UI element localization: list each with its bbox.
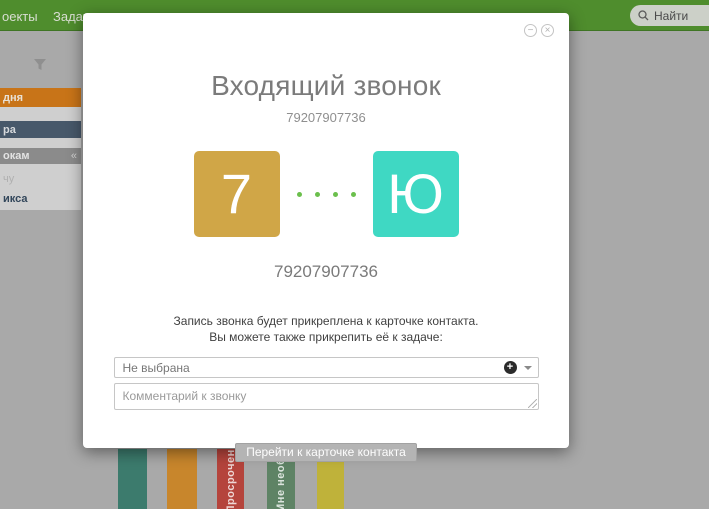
dot	[351, 192, 356, 197]
search-icon	[638, 10, 649, 21]
comment-field-wrapper	[114, 383, 539, 410]
dot	[297, 192, 302, 197]
sidebar-strip	[0, 138, 81, 148]
sidebar-item-today[interactable]: дня	[0, 88, 81, 107]
search-input[interactable]	[654, 9, 706, 23]
task-select-value: Не выбрана	[123, 361, 190, 375]
filter-funnel-icon[interactable]	[33, 58, 47, 71]
search-box[interactable]	[630, 5, 709, 26]
callee-avatar[interactable]: Ю	[373, 151, 459, 237]
close-icon[interactable]: ×	[541, 24, 554, 37]
call-comment-input[interactable]	[115, 384, 538, 409]
window-controls: − ×	[524, 24, 554, 37]
dot	[333, 192, 338, 197]
attach-note-line2: Вы можете также прикрепить её к задаче:	[83, 329, 569, 345]
caller-phone-number: 79207907736	[83, 110, 569, 125]
phone-number-repeat: 79207907736	[83, 262, 569, 282]
sidebar-item-yesterday[interactable]: ра	[0, 121, 81, 138]
call-participants: 7 Ю	[83, 151, 569, 237]
sidebar-group-header[interactable]: окам «	[0, 148, 81, 164]
attach-note-line1: Запись звонка будет прикреплена к карточ…	[83, 313, 569, 329]
chevron-down-icon[interactable]	[524, 366, 532, 370]
sidebar-item-filter-2[interactable]: икса	[0, 191, 81, 207]
go-to-contact-card-button[interactable]: Перейти к карточке контакта	[235, 443, 417, 462]
dialog-title: Входящий звонок	[83, 70, 569, 102]
task-select[interactable]: Не выбрана +	[114, 357, 539, 378]
collapse-chevron-icon[interactable]: «	[71, 150, 77, 162]
dot	[315, 192, 320, 197]
sidebar-strip	[0, 107, 81, 121]
sidebar: дня ра окам « чу икса	[0, 31, 81, 509]
connection-dots	[280, 192, 373, 197]
sidebar-item-filter-1[interactable]: чу	[0, 171, 81, 186]
incoming-call-dialog: − × Входящий звонок 79207907736 7 Ю 7920…	[83, 13, 569, 448]
task-select-controls: +	[504, 358, 532, 377]
caller-avatar[interactable]: 7	[194, 151, 280, 237]
nav-item-projects[interactable]: оекты	[2, 9, 38, 24]
minimize-icon[interactable]: −	[524, 24, 537, 37]
add-task-icon[interactable]: +	[504, 361, 517, 374]
attach-note: Запись звонка будет прикреплена к карточ…	[83, 313, 569, 345]
sidebar-group-label: окам	[3, 150, 29, 162]
